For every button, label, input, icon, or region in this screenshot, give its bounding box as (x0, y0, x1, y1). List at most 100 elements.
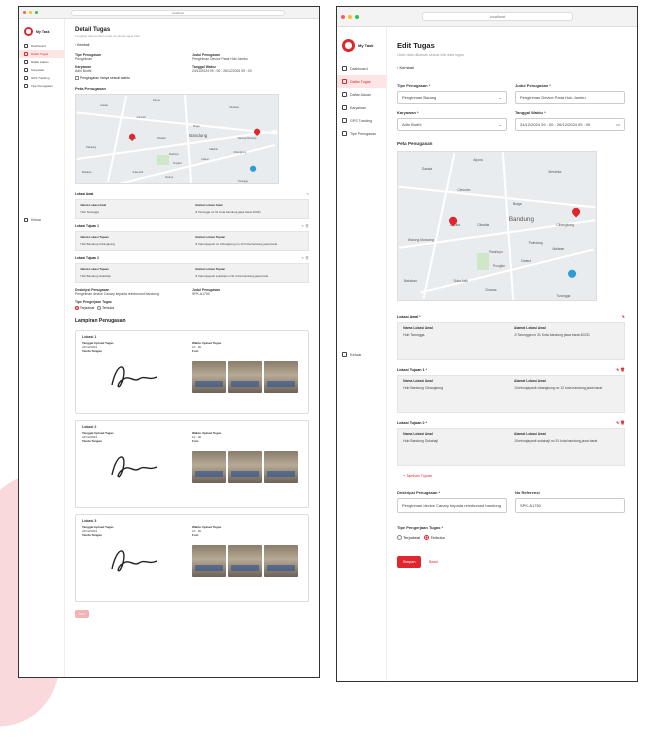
edit-icon[interactable]: ✎ (306, 192, 309, 196)
photo-label: Foto (192, 349, 199, 354)
location-block: Lokasi Tujuan 1 ✎ 🗑 Nama Lokasi Tujuan Hub … (75, 224, 309, 252)
sidebar-item-daftar-tugas[interactable]: Daftar Tugas (337, 75, 386, 88)
radio-terjadwal[interactable] (75, 306, 79, 311)
desc-input[interactable]: Pengiriman device Canary kepada reimburs… (397, 498, 507, 513)
close-dot[interactable] (23, 11, 26, 14)
location-header: Lokasi Awal * ✎ (397, 315, 625, 319)
sidebar-item-tipe-penugasan[interactable]: Tipe Penugasan (19, 82, 64, 90)
map-label: Cisarua (485, 288, 497, 293)
map-label: Malabar (209, 147, 218, 151)
sidebar-item-gps-tracking[interactable]: GPS Tracking (337, 114, 386, 127)
delete-icon[interactable]: 🗑 (304, 256, 309, 260)
sidebar-item-dashboard[interactable]: Dashboard (19, 42, 64, 50)
location-address-label: Alamat Lokasi Tujuan (195, 234, 226, 239)
radio-terbuka[interactable] (424, 535, 430, 541)
photo-thumbnail[interactable] (228, 361, 262, 394)
maximize-dot[interactable] (35, 11, 38, 14)
attachment-meta: Tanggal Upload Tugas 24/12/2024 Tanda Tang… (82, 431, 302, 443)
map-label: Pungkur (493, 264, 506, 269)
map-title: Peta Penugasan (75, 86, 106, 92)
cancel-button[interactable]: Batal (429, 560, 438, 564)
map-park (477, 252, 490, 271)
edit-icon[interactable]: ✎ (622, 315, 625, 319)
radio-terjadwal[interactable] (397, 535, 402, 541)
close-dot[interactable] (341, 14, 345, 19)
nav-icon (342, 66, 347, 71)
map-label: Merdeka (548, 169, 562, 174)
map-road (398, 186, 596, 209)
logout-link[interactable]: Keluar (19, 216, 46, 224)
judul-input[interactable]: Pengiriman Device Pada Hub Jambu (515, 91, 625, 104)
delete-icon[interactable]: 🗑 (304, 224, 309, 228)
add-destination-button[interactable]: + Tambah Tujuan (397, 474, 625, 478)
map-label: Cibadak (477, 223, 490, 228)
photo-thumbnail[interactable] (264, 451, 298, 484)
judul-value: Pengiriman Device Pada Hub Jambu (520, 95, 586, 100)
location-header: Lokasi Awal ✎ (75, 192, 309, 196)
radio-terbuka[interactable] (97, 306, 102, 311)
map-marker-current-icon[interactable] (566, 268, 578, 280)
edit-button[interactable]: Edit (75, 610, 89, 619)
map-label: Gasala (421, 166, 433, 171)
sidebar-item-karyawan[interactable]: Karyawan (337, 101, 386, 114)
back-link[interactable]: ‹ Kembali (397, 65, 625, 70)
sidebar-item-label: GPS Tracking (31, 76, 50, 80)
map-marker-current-icon[interactable] (248, 164, 257, 173)
location-name-label: Nama Lokasi Awal (403, 378, 433, 383)
sidebar-item-daftar-aduan[interactable]: Daftar Aduan (337, 88, 386, 101)
photo-thumbnail[interactable] (192, 361, 226, 394)
photo-thumbnail[interactable] (228, 545, 262, 578)
sidebar-item-daftar-tugas[interactable]: Daftar Tugas (19, 50, 64, 58)
photo-gallery (192, 361, 302, 397)
map-marker-icon[interactable] (570, 206, 582, 218)
attachment-meta: Tanggal Upload Tugas 24/12/2024 Tanda Tang… (82, 525, 302, 537)
sidebar-item-label: Karyawan (31, 68, 45, 72)
task-map[interactable]: GasalaArjunaMerdekaCimunimBragaBandungJa… (397, 151, 597, 301)
sidebar-item-label: Daftar Tugas (350, 79, 371, 84)
logout-link[interactable]: Keluar (337, 350, 367, 359)
karyawan-select[interactable]: Adhi Budhi ⌄ (397, 118, 507, 131)
delete-icon[interactable]: 🗑 (619, 368, 625, 372)
map-label: Malabar (552, 246, 565, 251)
tanggal-input[interactable]: 24/12/2024 09 : 00 - 26/12/2024 09 : 00 ▭ (515, 118, 625, 131)
maximize-dot[interactable] (355, 14, 359, 19)
brand: My Task (19, 19, 64, 42)
sidebar-item-karyawan[interactable]: Karyawan (19, 66, 64, 74)
sidebar-item-daftar-aduan[interactable]: Daftar Aduan (19, 58, 64, 66)
delete-icon[interactable]: 🗑 (619, 421, 625, 425)
signature-image[interactable] (82, 357, 192, 397)
photo-thumbnail[interactable] (228, 451, 262, 484)
sidebar-item-label: Tipe Penugasan (350, 131, 377, 136)
address-bar[interactable]: localhost (71, 9, 285, 16)
signature-image[interactable] (82, 447, 192, 487)
sidebar-item-label: Daftar Tugas (31, 52, 49, 56)
sidebar-item-tipe-penugasan[interactable]: Tipe Penugasan (337, 127, 386, 140)
address-bar[interactable]: localhost (422, 12, 573, 21)
logout-icon (342, 352, 347, 357)
photo-thumbnail[interactable] (192, 451, 226, 484)
signature-image[interactable] (82, 541, 192, 581)
save-button[interactable]: Simpan (397, 556, 421, 569)
description-fields: Deskripsi Penugasan * Pengiriman device … (397, 490, 625, 513)
sidebar-item-dashboard[interactable]: Dashboard (337, 62, 386, 75)
karyawan-value: Adhi Budhi (75, 69, 92, 73)
map-label: Pasirluyu (489, 249, 503, 254)
logout-label: Keluar (31, 218, 42, 222)
tipe-select[interactable]: Pengiriman Barang ⌄ (397, 91, 507, 104)
photo-thumbnail[interactable] (264, 361, 298, 394)
photo-thumbnail[interactable] (192, 545, 226, 578)
reminder-checkbox[interactable] (75, 76, 79, 81)
calendar-icon[interactable]: ▭ (616, 122, 620, 127)
photo-thumbnail[interactable] (264, 545, 298, 578)
location-address-label: Alamat Lokasi Awal (195, 202, 223, 207)
work-type-options: Terjadwal Terbuka (397, 535, 625, 541)
minimize-dot[interactable] (348, 14, 352, 19)
ref-input[interactable]: SPK-A1750 (515, 498, 625, 513)
sidebar-item-gps-tracking[interactable]: GPS Tracking (19, 74, 64, 82)
signature-label: Tanda Tangan (82, 349, 102, 354)
reminder-checkbox-row[interactable]: Pengingatan hanya sesuai waktu (75, 76, 309, 81)
minimize-dot[interactable] (29, 11, 32, 14)
back-link[interactable]: ‹ Kembali (75, 43, 309, 47)
location-details: Nama Lokasi Awal Hub Bandung Sukahaji Alam… (397, 428, 625, 466)
task-map[interactable]: GasalaArjunaMerdekaCimunimBragaBandungJa… (75, 94, 279, 185)
